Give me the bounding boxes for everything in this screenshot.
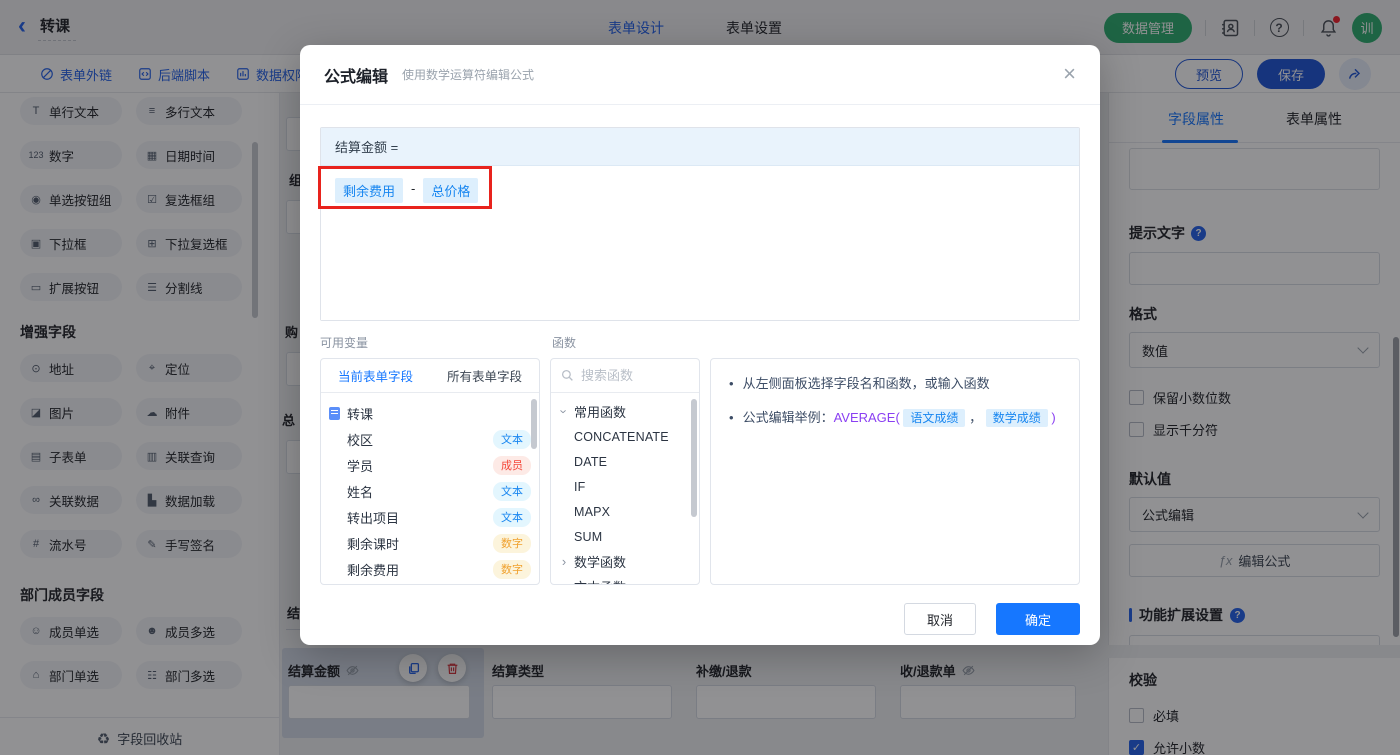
bullet: • [729, 408, 734, 428]
functions-label: 函数 [552, 334, 576, 351]
variables-tabs: 当前表单字段 所有表单字段 [321, 359, 539, 393]
formula-target-row: 结算金额 = [321, 128, 1079, 166]
type-badge: 文本 [493, 482, 531, 501]
modal-title: 公式编辑 [324, 63, 388, 87]
variable-row-name[interactable]: 姓名 文本 [329, 478, 531, 504]
variable-row-transfer-out[interactable]: 转出项目 文本 [329, 504, 531, 530]
app-root: ‹ 转课 表单设计 表单设置 数据管理 ? 训 [0, 0, 1400, 755]
tips-panel: • 从左侧面板选择字段名和函数，或输入函数 • 公式编辑举例：AVERAGE( … [710, 358, 1080, 585]
modal-footer: 取消 确定 [320, 603, 1080, 635]
search-function-input[interactable] [581, 368, 681, 383]
type-badge: 数字 [493, 560, 531, 579]
group-common-functions[interactable]: › 常用函数 [559, 399, 691, 424]
chevron-down-icon: › [557, 407, 572, 417]
formula-target-label: 结算金额 = [335, 137, 398, 156]
formula-editor: 结算金额 = 剩余费用 - 总价格 [320, 127, 1080, 321]
chevron-right-icon: › [559, 554, 569, 569]
functions-scrollbar[interactable] [691, 399, 697, 517]
example-chip-math-score: 数学成绩 [986, 409, 1048, 427]
confirm-button[interactable]: 确定 [996, 603, 1080, 635]
functions-tree: › 常用函数 CONCATENATE DATE IF MAPX SUM › 数学… [551, 393, 699, 585]
variable-row-remaining-fee[interactable]: 剩余费用 数字 [329, 556, 531, 582]
panel-labels-row: 可用变量 函数 [320, 334, 1080, 351]
functions-panel: › 常用函数 CONCATENATE DATE IF MAPX SUM › 数学… [550, 358, 700, 585]
type-badge: 文本 [493, 430, 531, 449]
annotation-highlight-box [318, 166, 492, 209]
type-badge: 数字 [493, 534, 531, 553]
group-text-functions[interactable]: › 文本函数 [559, 574, 691, 585]
cancel-button[interactable]: 取消 [904, 603, 976, 635]
tab-all-form-fields[interactable]: 所有表单字段 [447, 366, 522, 385]
tip-line-2: • 公式编辑举例：AVERAGE( 语文成绩 ， 数学成绩 ) [729, 408, 1061, 428]
function-mapx[interactable]: MAPX [559, 499, 691, 524]
modal-panels: 当前表单字段 所有表单字段 转课 校区 文本 学员 [320, 358, 1080, 585]
variables-tree: 转课 校区 文本 学员 成员 姓名 文本 [321, 393, 539, 585]
function-if[interactable]: IF [559, 474, 691, 499]
variable-row-student[interactable]: 学员 成员 [329, 452, 531, 478]
tip-line-1: • 从左侧面板选择字段名和函数，或输入函数 [729, 374, 1061, 393]
search-icon [561, 369, 574, 382]
chevron-right-icon: › [559, 579, 569, 585]
example-close-paren: ) [1051, 410, 1055, 425]
tree-root-form[interactable]: 转课 [329, 400, 531, 426]
type-badge: 文本 [493, 508, 531, 527]
example-function-name: AVERAGE( [834, 410, 900, 425]
variable-row-campus[interactable]: 校区 文本 [329, 426, 531, 452]
function-sum[interactable]: SUM [559, 524, 691, 549]
tab-current-form-fields[interactable]: 当前表单字段 [338, 366, 413, 385]
formula-edit-modal: 公式编辑 使用数学运算符编辑公式 × 结算金额 = 剩余费用 - 总价格 可用变… [300, 45, 1100, 645]
modal-header: 公式编辑 使用数学运算符编辑公式 × [300, 45, 1100, 105]
group-math-functions[interactable]: › 数学函数 [559, 549, 691, 574]
variables-scrollbar[interactable] [531, 399, 537, 449]
variables-label: 可用变量 [320, 334, 552, 351]
function-concatenate[interactable]: CONCATENATE [559, 424, 691, 449]
modal-subtitle: 使用数学运算符编辑公式 [402, 66, 534, 83]
function-date[interactable]: DATE [559, 449, 691, 474]
form-doc-icon [329, 407, 340, 420]
bullet: • [729, 374, 734, 393]
variable-row-remaining-hours[interactable]: 剩余课时 数字 [329, 530, 531, 556]
variables-panel: 当前表单字段 所有表单字段 转课 校区 文本 学员 [320, 358, 540, 585]
close-icon[interactable]: × [1063, 63, 1076, 85]
example-chip-chinese-score: 语文成绩 [903, 409, 965, 427]
type-badge: 成员 [493, 456, 531, 475]
function-search [551, 359, 699, 393]
